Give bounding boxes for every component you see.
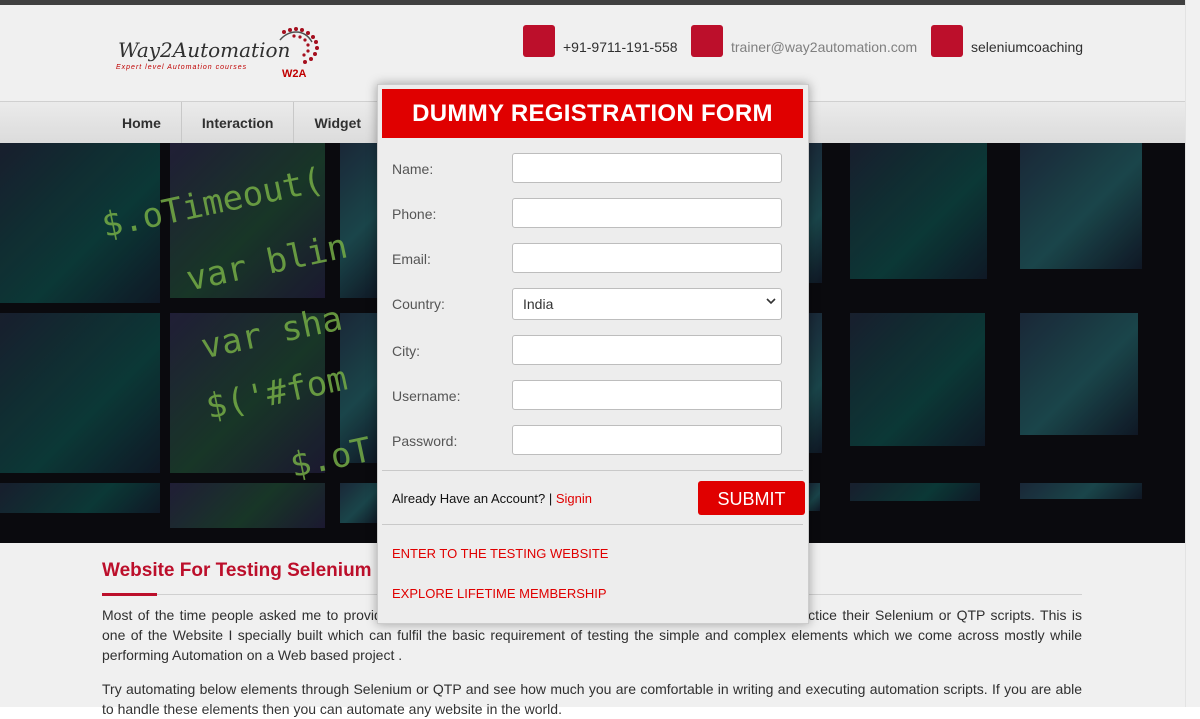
phone-input[interactable] bbox=[512, 198, 782, 228]
city-input[interactable] bbox=[512, 335, 782, 365]
name-field-row: Name: bbox=[392, 153, 792, 187]
password-field-row: Password: bbox=[392, 425, 792, 459]
country-field-row: Country: India bbox=[392, 288, 792, 322]
submit-button[interactable]: SUBMIT bbox=[698, 481, 805, 515]
divider bbox=[382, 524, 803, 525]
page-scrollbar[interactable] bbox=[1185, 0, 1200, 707]
signin-link[interactable]: Signin bbox=[556, 491, 592, 506]
signin-row: Already Have an Account? | Signin bbox=[392, 491, 592, 506]
username-label: Username: bbox=[392, 388, 461, 404]
phone-label: Phone: bbox=[392, 206, 437, 222]
email-input[interactable] bbox=[512, 243, 782, 273]
username-field-row: Username: bbox=[392, 380, 792, 414]
modal-title: DUMMY REGISTRATION FORM bbox=[382, 89, 803, 138]
enter-testing-website-link[interactable]: ENTER TO THE TESTING WEBSITE bbox=[392, 546, 608, 561]
phone-field-row: Phone: bbox=[392, 198, 792, 232]
country-select[interactable]: India bbox=[512, 288, 782, 320]
explore-membership-link[interactable]: EXPLORE LIFETIME MEMBERSHIP bbox=[392, 586, 607, 601]
username-input[interactable] bbox=[512, 380, 782, 410]
signin-prompt: Already Have an Account? | bbox=[392, 491, 553, 506]
name-input[interactable] bbox=[512, 153, 782, 183]
email-label: Email: bbox=[392, 251, 431, 267]
password-input[interactable] bbox=[512, 425, 782, 455]
city-label: City: bbox=[392, 343, 420, 359]
city-field-row: City: bbox=[392, 335, 792, 369]
registration-modal: DUMMY REGISTRATION FORM Name: Phone: Ema… bbox=[377, 84, 809, 624]
divider bbox=[382, 470, 803, 471]
country-label: Country: bbox=[392, 296, 445, 312]
name-label: Name: bbox=[392, 161, 434, 177]
password-label: Password: bbox=[392, 433, 458, 449]
email-field-row: Email: bbox=[392, 243, 792, 277]
